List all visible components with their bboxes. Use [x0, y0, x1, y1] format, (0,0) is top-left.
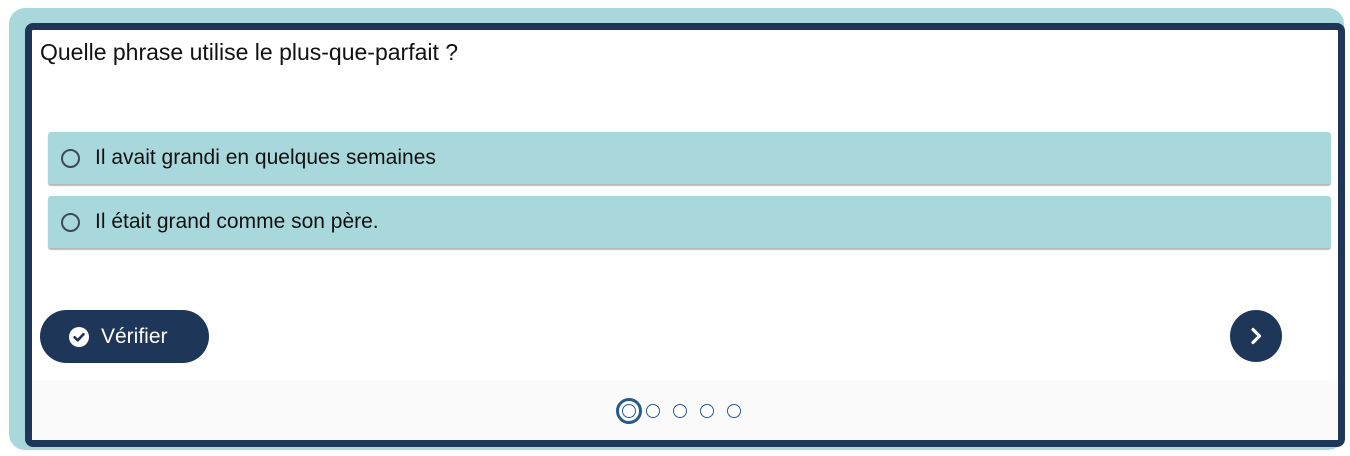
page-dot-4[interactable] — [700, 404, 714, 418]
next-button[interactable] — [1230, 310, 1282, 362]
check-circle-icon — [69, 326, 89, 347]
page-dot-5[interactable] — [727, 404, 741, 418]
answer-option-label: Il avait grandi en quelques semaines — [95, 146, 436, 169]
page-dot-1-current[interactable] — [616, 398, 642, 424]
quiz-panel: Quelle phrase utilise le plus-que-parfai… — [25, 23, 1345, 447]
chevron-right-icon — [1251, 327, 1262, 345]
verify-button[interactable]: Vérifier — [40, 310, 209, 363]
verify-button-label: Vérifier — [101, 324, 168, 348]
question-text: Quelle phrase utilise le plus-que-parfai… — [40, 39, 459, 65]
answer-option-2[interactable]: Il était grand comme son père. — [48, 196, 1331, 248]
radio-button-icon[interactable] — [61, 148, 80, 168]
page-dot-2[interactable] — [646, 404, 660, 418]
quiz-outer-frame: Quelle phrase utilise le plus-que-parfai… — [9, 8, 1345, 450]
answer-option-1[interactable]: Il avait grandi en quelques semaines — [48, 132, 1331, 184]
answer-option-label: Il était grand comme son père. — [95, 210, 379, 233]
page-dot-3[interactable] — [673, 404, 687, 418]
radio-button-icon[interactable] — [61, 212, 80, 232]
pagination-dots — [616, 398, 754, 424]
